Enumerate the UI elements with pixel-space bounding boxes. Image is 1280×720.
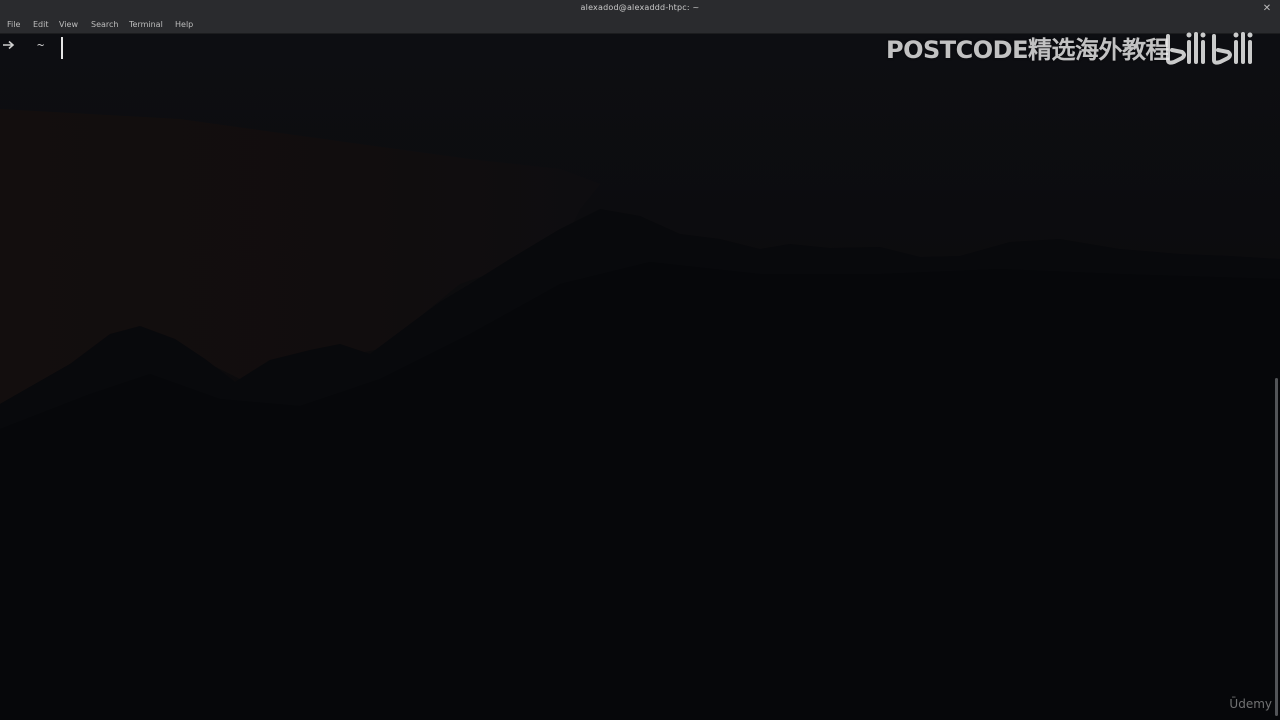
bilibili-logo xyxy=(1166,32,1253,65)
prompt-arrow-icon xyxy=(3,40,15,50)
menu-search[interactable]: Search xyxy=(91,20,118,30)
terminal-area[interactable]: ~ xyxy=(0,34,1280,720)
menu-edit[interactable]: Edit xyxy=(33,20,49,30)
prompt-directory: ~ xyxy=(37,38,45,52)
title-bar[interactable]: alexadod@alexaddd-htpc: ~ ✕ xyxy=(0,0,1280,19)
scrollbar[interactable] xyxy=(1275,378,1278,716)
mountain-wallpaper xyxy=(0,34,1280,720)
text-cursor xyxy=(61,37,63,59)
menu-file[interactable]: File xyxy=(7,20,20,30)
terminal-window: alexadod@alexaddd-htpc: ~ ✕ File Edit Vi… xyxy=(0,0,1280,720)
watermark-text: POSTCODE精选海外教程 xyxy=(886,36,1169,64)
menu-view[interactable]: View xyxy=(59,20,78,30)
udemy-watermark: Ūdemy xyxy=(1229,697,1272,711)
menu-help[interactable]: Help xyxy=(175,20,193,30)
close-icon[interactable]: ✕ xyxy=(1262,4,1272,14)
window-title: alexadod@alexaddd-htpc: ~ xyxy=(580,3,700,12)
menu-terminal[interactable]: Terminal xyxy=(129,20,163,30)
